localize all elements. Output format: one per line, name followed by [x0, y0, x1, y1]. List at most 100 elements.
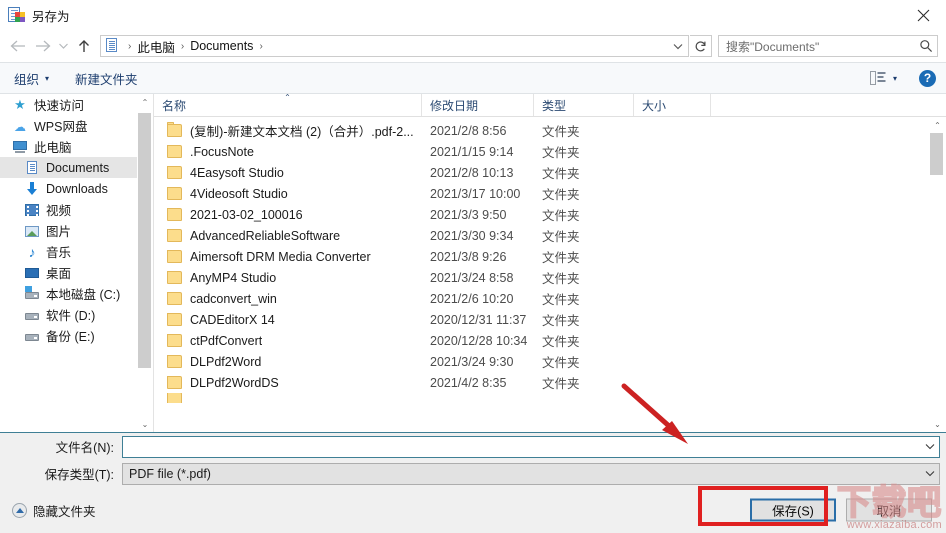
- chevron-down-icon[interactable]: [921, 470, 939, 477]
- breadcrumb-separator-2[interactable]: ›: [253, 41, 268, 52]
- table-row[interactable]: AdvancedReliableSoftware 2021/3/30 9:34 …: [154, 225, 929, 246]
- scroll-down-icon[interactable]: ⌄: [137, 416, 153, 432]
- table-row[interactable]: Aimersoft DRM Media Converter 2021/3/8 9…: [154, 246, 929, 267]
- recent-locations-icon[interactable]: [54, 34, 72, 58]
- column-header-size[interactable]: 大小: [634, 94, 711, 116]
- list-scroll-thumb[interactable]: [930, 133, 943, 175]
- file-name-cell[interactable]: 4Videosoft Studio: [154, 186, 422, 201]
- file-type-cell: 文件夹: [542, 293, 580, 307]
- sidebar-item-wps-cloud[interactable]: ☁ WPS网盘: [0, 115, 137, 136]
- file-list-scrollbar[interactable]: ⌃ ⌄: [929, 117, 946, 432]
- table-row-partial[interactable]: [154, 393, 929, 403]
- hide-folders-button[interactable]: 隐藏文件夹: [12, 501, 96, 520]
- column-header-label: 大小: [642, 98, 667, 113]
- sidebar-item-pictures[interactable]: 图片: [0, 220, 137, 241]
- search-input[interactable]: 搜索"Documents": [718, 35, 938, 57]
- file-name-cell[interactable]: CADEditorX 14: [154, 312, 422, 327]
- file-name-cell[interactable]: [154, 393, 422, 403]
- table-row[interactable]: .FocusNote 2021/1/15 9:14 文件夹: [154, 141, 929, 162]
- file-name-cell[interactable]: DLPdf2Word: [154, 354, 422, 369]
- file-name-cell[interactable]: 4Easysoft Studio: [154, 165, 422, 180]
- close-icon[interactable]: [900, 0, 946, 30]
- list-view-icon[interactable]: [870, 71, 886, 85]
- back-icon[interactable]: [6, 34, 30, 58]
- hide-folders-label: 隐藏文件夹: [33, 504, 96, 519]
- table-row[interactable]: CADEditorX 14 2020/12/31 11:37 文件夹: [154, 309, 929, 330]
- breadcrumb-separator-0[interactable]: ›: [122, 41, 137, 52]
- forward-icon[interactable]: [30, 34, 54, 58]
- breadcrumb-separator-1[interactable]: ›: [175, 41, 190, 52]
- new-folder-button[interactable]: 新建文件夹: [75, 69, 138, 88]
- column-header-date[interactable]: 修改日期: [422, 94, 534, 116]
- sidebar-item-disk-d[interactable]: 软件 (D:): [0, 304, 137, 325]
- table-row[interactable]: DLPdf2Word 2021/3/24 9:30 文件夹: [154, 351, 929, 372]
- table-row[interactable]: DLPdf2WordDS 2021/4/2 8:35 文件夹: [154, 372, 929, 393]
- table-row[interactable]: 4Videosoft Studio 2021/3/17 10:00 文件夹: [154, 183, 929, 204]
- file-name-cell[interactable]: 2021-03-02_100016: [154, 207, 422, 222]
- table-row[interactable]: AnyMP4 Studio 2021/3/24 8:58 文件夹: [154, 267, 929, 288]
- sidebar-scroll-track[interactable]: [137, 110, 153, 416]
- file-name-cell[interactable]: AnyMP4 Studio: [154, 270, 422, 285]
- breadcrumb-item-1[interactable]: Documents: [190, 39, 253, 53]
- column-header-name[interactable]: 名称 ⌃: [154, 94, 422, 116]
- chevron-down-icon[interactable]: [921, 443, 939, 450]
- table-row[interactable]: 2021-03-02_100016 2021/3/3 9:50 文件夹: [154, 204, 929, 225]
- table-row[interactable]: 4Easysoft Studio 2021/2/8 10:13 文件夹: [154, 162, 929, 183]
- file-name-cell[interactable]: cadconvert_win: [154, 291, 422, 306]
- sidebar-item-quick-access[interactable]: ★ 快速访问: [0, 94, 137, 115]
- file-date-cell: 2021/3/24 9:30: [430, 354, 514, 369]
- sidebar-item-disk-e[interactable]: 备份 (E:): [0, 325, 137, 346]
- help-label: ?: [923, 71, 932, 85]
- filetype-select[interactable]: PDF file (*.pdf): [122, 462, 940, 485]
- file-type-cell: 文件夹: [542, 251, 580, 265]
- sidebar-scrollbar[interactable]: ⌃ ⌄: [137, 94, 153, 432]
- sidebar-item-label: 软件 (D:): [46, 309, 96, 323]
- filename-row: 文件名(N):: [0, 433, 946, 460]
- sidebar-item-desktop[interactable]: 桌面: [0, 262, 137, 283]
- view-dropdown-icon[interactable]: ▾: [893, 74, 897, 83]
- file-name-cell[interactable]: .FocusNote: [154, 144, 422, 159]
- folder-icon: [167, 207, 183, 221]
- file-name-cell[interactable]: AdvancedReliableSoftware: [154, 228, 422, 243]
- breadcrumb-dropdown-icon[interactable]: [668, 36, 688, 56]
- file-name-cell[interactable]: DLPdf2WordDS: [154, 375, 422, 390]
- sidebar-item-videos[interactable]: 视频: [0, 199, 137, 220]
- file-name: AdvancedReliableSoftware: [190, 228, 341, 243]
- table-row[interactable]: ctPdfConvert 2020/12/28 10:34 文件夹: [154, 330, 929, 351]
- sidebar-item-this-pc[interactable]: 此电脑: [0, 136, 137, 157]
- scroll-down-icon[interactable]: ⌄: [929, 416, 946, 432]
- table-row[interactable]: (复制)-新建文本文档 (2)（合并）.pdf-2... 2021/2/8 8:…: [154, 120, 929, 141]
- sidebar-item-music[interactable]: ♪ 音乐: [0, 241, 137, 262]
- file-name-cell[interactable]: ctPdfConvert: [154, 333, 422, 348]
- column-header-type[interactable]: 类型: [534, 94, 634, 116]
- file-name-cell[interactable]: (复制)-新建文本文档 (2)（合并）.pdf-2...: [154, 121, 422, 140]
- cloud-icon: ☁: [14, 119, 26, 134]
- sidebar-item-label: Documents: [46, 160, 110, 175]
- scroll-up-icon[interactable]: ⌃: [137, 94, 153, 110]
- sidebar-item-documents[interactable]: Documents: [0, 157, 137, 178]
- column-header-label: 修改日期: [430, 98, 479, 113]
- sidebar-item-downloads[interactable]: Downloads: [0, 178, 137, 199]
- organize-button[interactable]: 组织 ▾: [14, 69, 49, 88]
- scroll-up-icon[interactable]: ⌃: [929, 117, 946, 133]
- file-name: 4Easysoft Studio: [190, 165, 284, 180]
- save-button[interactable]: 保存(S): [750, 498, 836, 522]
- filename-label: 文件名(N):: [55, 441, 114, 455]
- folder-icon: [167, 333, 183, 347]
- table-row[interactable]: cadconvert_win 2021/2/6 10:20 文件夹: [154, 288, 929, 309]
- refresh-icon[interactable]: [690, 35, 712, 57]
- up-icon[interactable]: [72, 34, 96, 58]
- organize-label: 组织: [14, 72, 40, 87]
- sidebar-scroll-thumb[interactable]: [138, 113, 151, 368]
- sidebar-item-local-disk-c[interactable]: 本地磁盘 (C:): [0, 283, 137, 304]
- navigation-pane: ★ 快速访问 ☁ WPS网盘 此电脑 Documents Downloads 视…: [0, 94, 137, 432]
- cancel-button[interactable]: 取消: [846, 498, 932, 522]
- breadcrumb[interactable]: › 此电脑 › Documents ›: [100, 35, 689, 57]
- filename-input[interactable]: [122, 435, 940, 458]
- file-name-cell[interactable]: Aimersoft DRM Media Converter: [154, 249, 422, 264]
- search-icon[interactable]: [919, 39, 933, 53]
- list-scroll-track[interactable]: [929, 133, 946, 416]
- file-name: ctPdfConvert: [190, 333, 263, 348]
- breadcrumb-item-0[interactable]: 此电脑: [137, 37, 175, 56]
- help-icon[interactable]: ?: [919, 69, 936, 87]
